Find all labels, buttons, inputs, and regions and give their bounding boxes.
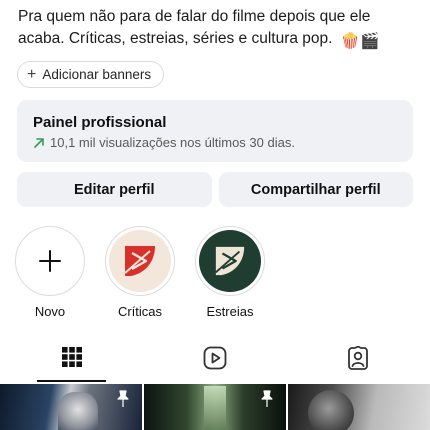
professional-dashboard-stats: 10,1 mil visualizações nos últimos 30 di… [33, 135, 397, 151]
brand-logo-icon [215, 246, 245, 276]
tab-reels[interactable] [143, 343, 286, 383]
professional-dashboard-subtitle: 10,1 mil visualizações nos últimos 30 di… [50, 135, 295, 150]
highlight-new-ring [15, 226, 85, 296]
highlight-estreias-cover [199, 230, 261, 292]
plus-icon [39, 250, 61, 272]
pin-icon [261, 390, 273, 407]
post-thumbnail[interactable] [144, 384, 286, 430]
post-image-figure [58, 392, 98, 430]
post-thumbnail[interactable] [288, 384, 430, 430]
post-image-light [204, 386, 226, 430]
tab-posts-grid[interactable] [0, 343, 143, 383]
highlight-estreias-ring [195, 226, 265, 296]
edit-profile-button[interactable]: Editar perfil [17, 172, 212, 207]
share-profile-button[interactable]: Compartilhar perfil [218, 172, 413, 207]
highlight-label: Estreias [206, 304, 254, 319]
highlight-estreias[interactable]: Estreias [190, 226, 270, 319]
brand-logo-icon [124, 246, 155, 276]
profile-bio: Pra quem não para de falar do filme depo… [18, 6, 418, 53]
plus-icon: + [27, 65, 37, 83]
profile-actions: Editar perfil Compartilhar perfil [17, 172, 413, 207]
highlight-criticas[interactable]: Críticas [100, 226, 180, 319]
tagged-person-icon [348, 346, 369, 370]
trending-up-icon [34, 138, 44, 148]
post-thumbnail[interactable] [0, 384, 142, 430]
professional-dashboard[interactable]: Painel profissional 10,1 mil visualizaçõ… [17, 100, 413, 162]
profile-tabs [0, 343, 430, 383]
reels-icon [203, 346, 227, 370]
highlight-new[interactable]: Novo [10, 226, 90, 319]
post-image-figure [308, 390, 354, 430]
highlight-label: Críticas [117, 304, 163, 319]
highlight-criticas-ring [105, 226, 175, 296]
professional-dashboard-title: Painel profissional [33, 114, 167, 131]
tab-tagged[interactable] [287, 343, 430, 383]
highlight-label: Novo [34, 304, 66, 319]
story-highlights: Novo Críticas Estreias [0, 226, 430, 326]
highlight-criticas-cover [109, 230, 171, 292]
posts-grid [0, 384, 430, 430]
bio-text: Pra quem não para de falar do filme depo… [18, 8, 371, 47]
pin-icon [117, 390, 129, 407]
add-banners-button[interactable]: + Adicionar banners [17, 61, 165, 88]
bio-emoji: 🍿🎬 [340, 33, 380, 50]
grid-icon [61, 347, 82, 367]
add-banners-label: Adicionar banners [42, 67, 152, 82]
